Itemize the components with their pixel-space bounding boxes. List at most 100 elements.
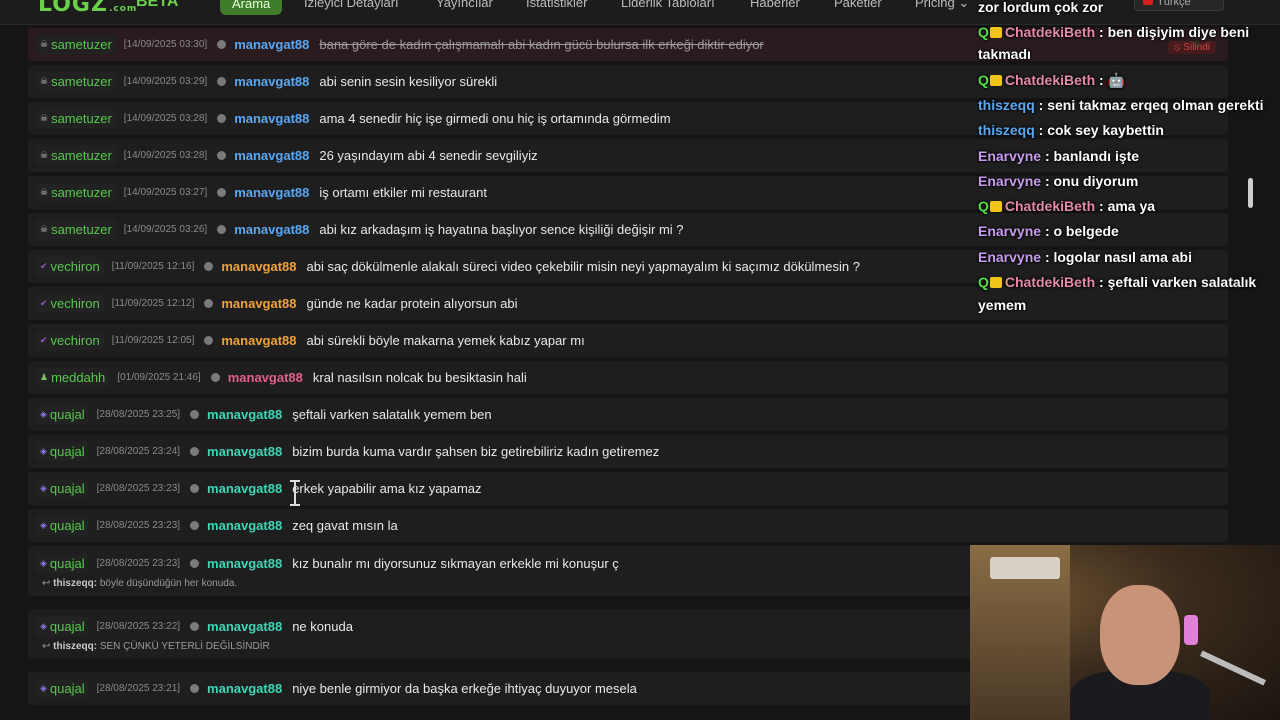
nav-item-istatistikler[interactable]: İstatistikler <box>526 0 587 10</box>
info-icon[interactable] <box>190 484 200 493</box>
user-badge[interactable]: ☠ sametuzer <box>36 183 116 202</box>
message-text: 26 yaşındayım abi 4 senedir sevgiliyiz <box>319 148 538 163</box>
user-badge[interactable]: ☠ sametuzer <box>36 35 116 54</box>
username[interactable]: quajal <box>50 518 85 533</box>
channel-name[interactable]: manavgat88 <box>207 407 282 422</box>
channel-name[interactable]: manavgat88 <box>207 556 282 571</box>
info-icon[interactable] <box>190 622 200 631</box>
nav-item-paketler[interactable]: Paketler <box>834 0 882 10</box>
info-icon[interactable] <box>190 684 200 693</box>
username[interactable]: sametuzer <box>51 37 112 52</box>
user-badge[interactable]: ◈ quajal <box>36 516 89 535</box>
username[interactable]: vechiron <box>51 259 100 274</box>
username[interactable]: sametuzer <box>51 185 112 200</box>
user-badge[interactable]: ☠ sametuzer <box>36 72 116 91</box>
overlay-text: : ben dişiyim diye beni <box>1099 24 1250 40</box>
message-main: ☠ sametuzer [14/09/2025 03:30] manavgat88 ba… <box>28 35 764 54</box>
info-icon[interactable] <box>190 410 200 419</box>
info-icon[interactable] <box>204 336 214 345</box>
message-main: ☠ sametuzer [14/09/2025 03:29] manavgat88 ab… <box>28 72 497 91</box>
username[interactable]: sametuzer <box>51 148 112 163</box>
info-icon[interactable] <box>217 225 227 234</box>
webcam-feed <box>970 545 1280 720</box>
channel-name[interactable]: manavgat88 <box>234 111 309 126</box>
channel-name[interactable]: manavgat88 <box>207 481 282 496</box>
channel-name[interactable]: manavgat88 <box>221 333 296 348</box>
message-main: ◈ quajal [28/08/2025 23:23] manavgat88 zeq g… <box>28 516 398 535</box>
info-icon[interactable] <box>217 77 227 86</box>
user-badge[interactable]: ◈ quajal <box>36 405 89 424</box>
user-badge[interactable]: ☠ sametuzer <box>36 146 116 165</box>
info-icon[interactable] <box>210 373 220 382</box>
info-icon[interactable] <box>204 262 214 271</box>
channel-name[interactable]: manavgat88 <box>234 222 309 237</box>
username[interactable]: sametuzer <box>51 74 112 89</box>
message-text: ama 4 senedir hiç işe girmedi onu hiç iş… <box>319 111 671 126</box>
username[interactable]: sametuzer <box>51 222 112 237</box>
username[interactable]: meddahh <box>51 370 105 385</box>
nav-item-izleyici[interactable]: İzleyici Detayları <box>304 0 399 10</box>
user-badge[interactable]: ☠ sametuzer <box>36 109 116 128</box>
language-select[interactable]: Türkçe <box>1134 0 1224 11</box>
user-badge[interactable]: ✔ vechiron <box>36 257 104 276</box>
info-icon[interactable] <box>190 521 200 530</box>
username[interactable]: vechiron <box>51 333 100 348</box>
channel-name[interactable]: manavgat88 <box>228 370 303 385</box>
gift-icon: ◈ <box>40 520 47 530</box>
channel-name[interactable]: manavgat88 <box>221 259 296 274</box>
info-icon[interactable] <box>204 299 214 308</box>
message-text: erkek yapabilir ama kız yapamaz <box>292 481 482 496</box>
overlay-text: : o belgede <box>1044 223 1119 239</box>
username[interactable]: quajal <box>50 407 85 422</box>
gift-icon: ◈ <box>40 483 47 493</box>
user-badge[interactable]: ◈ quajal <box>36 554 89 573</box>
channel-name[interactable]: manavgat88 <box>234 148 309 163</box>
timestamp: [28/08/2025 23:24] <box>96 446 181 457</box>
channel-name[interactable]: manavgat88 <box>207 619 282 634</box>
nav-item-liderlik[interactable]: Liderlik Tabloları <box>621 0 715 10</box>
nav-item-pricing[interactable]: Pricing ⌄ <box>915 0 969 11</box>
user-badge[interactable]: ◈ quajal <box>36 679 89 698</box>
nav-item-yayincilar[interactable]: Yayıncılar <box>436 0 493 10</box>
overlay-chat-line: Enarvyne : banlandı işte <box>978 145 1139 167</box>
username[interactable]: quajal <box>50 444 85 459</box>
channel-name[interactable]: manavgat88 <box>234 185 309 200</box>
info-icon[interactable] <box>217 40 227 49</box>
message-main: ◈ quajal [28/08/2025 23:22] manavgat88 ne ko… <box>28 609 353 636</box>
user-badge[interactable]: ◈ quajal <box>36 617 89 636</box>
overlay-chat-line: thiszeqq : seni takmaz erqeq olman gerek… <box>978 94 1264 116</box>
user-badge[interactable]: ◈ quajal <box>36 442 89 461</box>
overlay-text: : seni takmaz erqeq olman gerekti <box>1038 97 1264 113</box>
reply-text: böyle düşündüğün her konuda. <box>99 578 238 589</box>
gift-icon: ◈ <box>40 446 47 456</box>
mic-arm <box>1200 650 1266 686</box>
info-icon[interactable] <box>217 114 227 123</box>
site-logo[interactable]: LOGZ.com <box>38 0 137 17</box>
username[interactable]: quajal <box>50 619 85 634</box>
info-icon[interactable] <box>190 447 200 456</box>
scrollbar-thumb[interactable] <box>1248 178 1253 208</box>
info-icon[interactable] <box>190 559 200 568</box>
username[interactable]: quajal <box>50 681 85 696</box>
user-badge[interactable]: ☠ sametuzer <box>36 220 116 239</box>
channel-name[interactable]: manavgat88 <box>207 681 282 696</box>
info-icon[interactable] <box>217 151 227 160</box>
username[interactable]: quajal <box>50 556 85 571</box>
nav-item-haberler[interactable]: Haberler <box>750 0 800 10</box>
channel-name[interactable]: manavgat88 <box>207 518 282 533</box>
username[interactable]: quajal <box>50 481 85 496</box>
user-badge[interactable]: ♟ meddahh <box>36 368 110 387</box>
user-badge[interactable]: ✔ vechiron <box>36 331 104 350</box>
nav-item-arama[interactable]: Arama <box>220 0 283 15</box>
channel-name[interactable]: manavgat88 <box>234 74 309 89</box>
username[interactable]: sametuzer <box>51 111 112 126</box>
user-badge[interactable]: ✔ vechiron <box>36 294 104 313</box>
message-row: ◈ quajal [28/08/2025 23:23] manavgat88 erkek… <box>28 472 1228 505</box>
username[interactable]: vechiron <box>51 296 100 311</box>
user-badge[interactable]: ◈ quajal <box>36 479 89 498</box>
info-icon[interactable] <box>217 188 227 197</box>
message-text: abi senin sesin kesiliyor sürekli <box>319 74 498 89</box>
channel-name[interactable]: manavgat88 <box>234 37 309 52</box>
channel-name[interactable]: manavgat88 <box>207 444 282 459</box>
channel-name[interactable]: manavgat88 <box>221 296 296 311</box>
